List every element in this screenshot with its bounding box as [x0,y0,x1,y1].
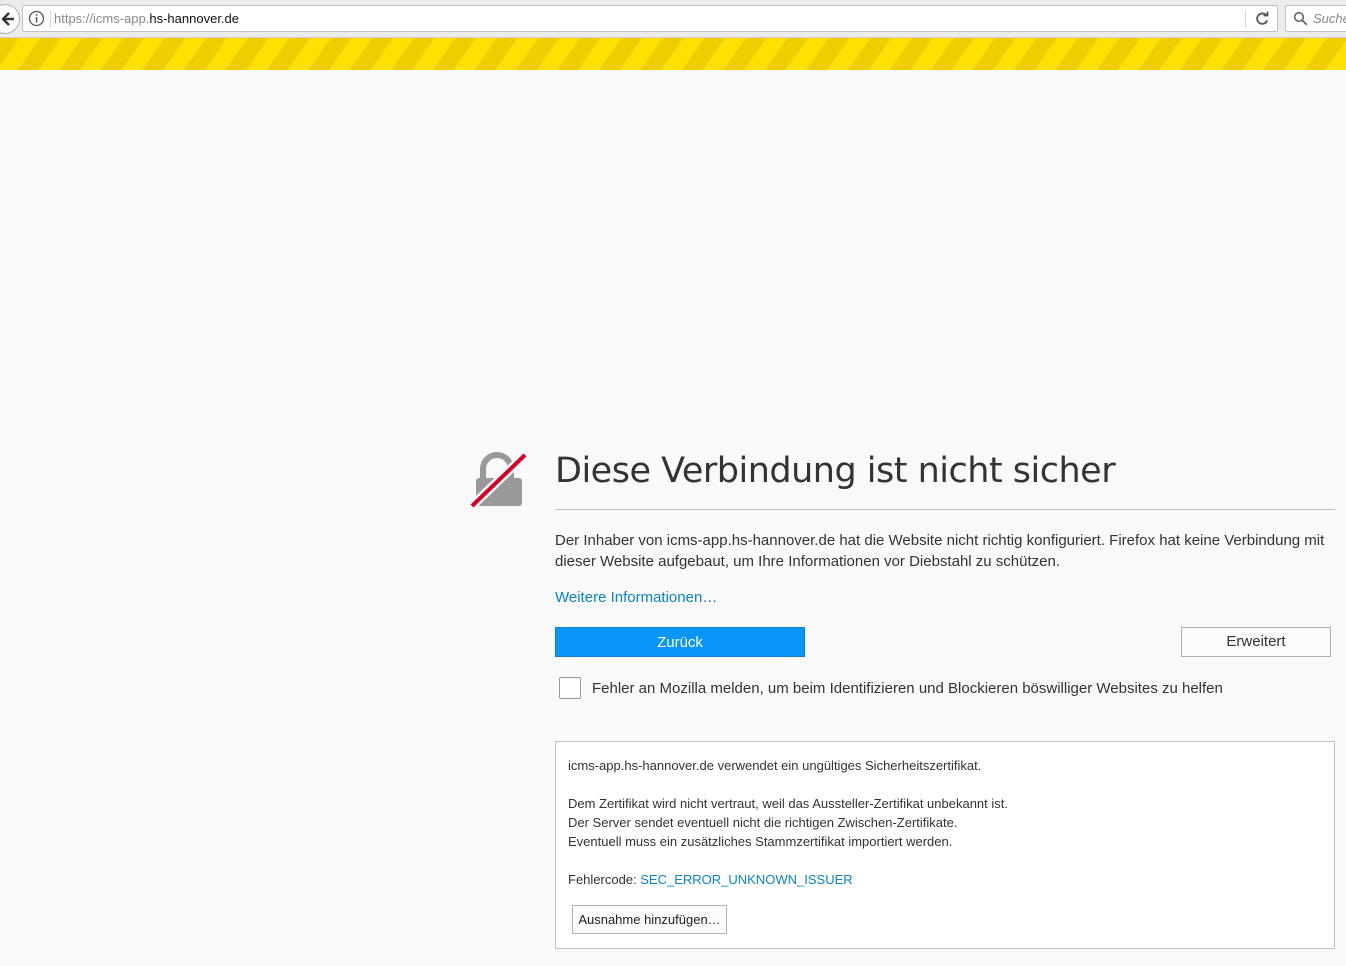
error-description: Der Inhaber von icms-app.hs-hannover.de … [555,532,1325,570]
advanced-details-panel: icms-app.hs-hannover.de verwendet ein un… [555,741,1335,949]
info-icon[interactable] [28,10,45,27]
error-code-link[interactable]: SEC_ERROR_UNKNOWN_ISSUER [640,872,852,887]
back-button[interactable]: Zurück [555,627,805,657]
warning-stripe [0,38,1346,70]
advanced-button[interactable]: Erweitert [1181,627,1331,657]
error-code-line: Fehlercode: SEC_ERROR_UNKNOWN_ISSUER [568,872,853,887]
url-separator [1245,10,1246,28]
error-code-label: Fehlercode: [568,872,641,887]
details-line-3: Der Server sendet eventuell nicht die ri… [568,815,958,830]
details-line-4: Eventuell muss ein zusätzliches Stammzer… [568,834,953,849]
page-title: Diese Verbindung ist nicht sicher [555,451,1116,491]
more-info-link[interactable]: Weitere Informationen… [555,589,717,606]
details-line-2: Dem Zertifikat wird nicht vertraut, weil… [568,796,1008,811]
search-placeholder: Suche [1313,11,1346,26]
add-exception-button[interactable]: Ausnahme hinzufügen… [572,905,727,934]
browser-toolbar: https://icms-app.hs-hannover.de Suche [0,0,1346,38]
report-checkbox-label[interactable]: Fehler an Mozilla melden, um beim Identi… [592,680,1223,697]
url-separator [50,10,51,28]
title-divider [555,509,1335,510]
report-checkbox[interactable] [559,677,581,699]
url-host: hs-hannover.de [149,11,239,26]
arrow-left-icon [2,12,14,26]
url-text[interactable]: https://icms-app.hs-hannover.de [54,11,239,26]
reload-icon[interactable] [1254,11,1270,27]
back-nav-button[interactable] [0,4,20,34]
url-prefix: https://icms-app. [54,11,150,26]
url-bar[interactable]: https://icms-app.hs-hannover.de [22,5,1278,32]
broken-lock-icon [468,451,526,508]
search-bar[interactable]: Suche [1285,5,1346,32]
search-icon [1293,11,1308,26]
details-line-1: icms-app.hs-hannover.de verwendet ein un… [568,758,982,773]
